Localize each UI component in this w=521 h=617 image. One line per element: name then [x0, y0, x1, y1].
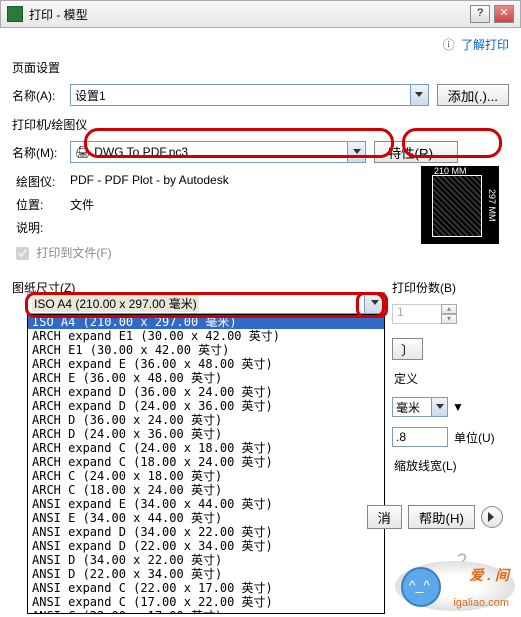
watermark: 爱 . 间 igaliao.com	[395, 561, 515, 611]
preview-page	[432, 175, 482, 237]
copies-spinner[interactable]: 1 ▴ ▾	[392, 304, 457, 324]
list-item[interactable]: ANSI expand D (34.00 x 22.00 英寸)	[28, 525, 384, 539]
page-setup-combo[interactable]: 设置1	[70, 84, 429, 106]
paper-size-list[interactable]: ISO A4 (210.00 x 297.00 毫米)ARCH expand E…	[27, 314, 385, 614]
list-item[interactable]: ARCH expand D (24.00 x 36.00 英寸)	[28, 399, 384, 413]
window-title: 打印 - 模型	[29, 6, 466, 23]
watermark-brand: 爱 . 间	[469, 565, 509, 585]
spinner-down-icon[interactable]: ▾	[441, 314, 457, 324]
chevron-down-icon[interactable]	[410, 85, 428, 105]
unit-label: 单位(U)	[454, 429, 495, 446]
mascot-icon	[401, 567, 441, 607]
paper-preview: 210 MM 297 MM	[421, 166, 499, 244]
apply-button[interactable]: 〕	[392, 338, 423, 360]
help-button[interactable]: ?	[470, 5, 490, 23]
list-item[interactable]: ARCH expand E1 (30.00 x 42.00 英寸)	[28, 329, 384, 343]
list-item[interactable]: ANSI expand D (22.00 x 34.00 英寸)	[28, 539, 384, 553]
close-button[interactable]: ✕	[494, 5, 514, 23]
list-item[interactable]: ANSI D (22.00 x 34.00 英寸)	[28, 567, 384, 581]
info-icon: ⓘ	[443, 38, 455, 52]
print-to-file-checkbox[interactable]	[16, 247, 29, 260]
define-label: 定义	[394, 370, 418, 387]
print-to-file-row: 打印到文件(F)	[16, 244, 509, 261]
list-item[interactable]: ANSI D (34.00 x 22.00 英寸)	[28, 553, 384, 567]
desc-label: 说明:	[16, 219, 70, 236]
add-button[interactable]: 添加(.)...	[437, 84, 509, 106]
expand-button[interactable]	[481, 506, 503, 528]
list-item[interactable]: ARCH C (18.00 x 24.00 英寸)	[28, 483, 384, 497]
help-button[interactable]: 帮助(H)	[408, 505, 475, 529]
info-link-row: ⓘ 了解打印	[12, 36, 509, 53]
location-label: 位置:	[16, 196, 70, 213]
unit-combo[interactable]: 毫米	[392, 397, 448, 417]
page-setup-value: 设置1	[75, 87, 106, 104]
printer-combo[interactable]: 🖨 DWG To PDF.pc3	[70, 141, 366, 163]
list-item[interactable]: ISO A4 (210.00 x 297.00 毫米)	[28, 315, 384, 329]
spinner-up-icon[interactable]: ▴	[441, 304, 457, 314]
chevron-down-icon[interactable]	[347, 142, 365, 162]
plotter-value: PDF - PDF Plot - by Autodesk	[70, 173, 229, 190]
list-item[interactable]: ARCH expand D (36.00 x 24.00 英寸)	[28, 385, 384, 399]
list-item[interactable]: ANSI expand C (22.00 x 17.00 英寸)	[28, 581, 384, 595]
chevron-down-icon[interactable]	[364, 293, 384, 313]
title-bar: 打印 - 模型 ? ✕	[0, 0, 521, 28]
list-item[interactable]: ANSI C (22.00 x 17.00 英寸)	[28, 609, 384, 614]
plotter-label: 绘图仪:	[16, 173, 70, 190]
ratio-value: .8	[396, 430, 406, 444]
location-value: 文件	[70, 196, 94, 213]
printer-name-label: 名称(M):	[12, 144, 70, 161]
list-item[interactable]: ARCH C (24.00 x 18.00 英寸)	[28, 469, 384, 483]
copies-heading: 打印份数(B)	[392, 279, 502, 296]
list-item[interactable]: ARCH D (24.00 x 36.00 英寸)	[28, 427, 384, 441]
preview-height-label: 297 MM	[487, 189, 497, 222]
ratio-input[interactable]: .8	[392, 427, 448, 447]
equals-label: ▼	[452, 400, 464, 414]
paper-size-selected[interactable]: ISO A4 (210.00 x 297.00 毫米)	[27, 292, 385, 314]
print-to-file-label: 打印到文件(F)	[36, 246, 111, 260]
name-label: 名称(A):	[12, 87, 70, 104]
paper-size-value: ISO A4 (210.00 x 297.00 毫米)	[32, 295, 199, 312]
list-item[interactable]: ARCH expand C (24.00 x 18.00 英寸)	[28, 441, 384, 455]
learn-print-link[interactable]: 了解打印	[461, 38, 509, 52]
app-icon	[7, 6, 23, 22]
list-item[interactable]: ANSI expand C (17.00 x 22.00 英寸)	[28, 595, 384, 609]
printer-icon: 🖨	[75, 145, 90, 159]
paper-size-dropdown[interactable]: ISO A4 (210.00 x 297.00 毫米) ISO A4 (210.…	[27, 292, 385, 614]
list-item[interactable]: ARCH expand C (18.00 x 24.00 英寸)	[28, 455, 384, 469]
properties-button[interactable]: 特性(R)...	[374, 141, 458, 163]
lineweight-label: 缩放线宽(L)	[394, 457, 457, 474]
printer-heading: 打印机/绘图仪	[12, 116, 509, 133]
unit-value: 毫米	[396, 399, 420, 416]
watermark-url: igaliao.com	[453, 597, 509, 609]
chevron-down-icon[interactable]	[431, 398, 447, 416]
list-item[interactable]: ANSI expand E (34.00 x 44.00 英寸)	[28, 497, 384, 511]
printer-value: DWG To PDF.pc3	[94, 145, 188, 159]
list-item[interactable]: ANSI E (34.00 x 44.00 英寸)	[28, 511, 384, 525]
list-item[interactable]: ARCH expand E (36.00 x 48.00 英寸)	[28, 357, 384, 371]
list-item[interactable]: ARCH D (36.00 x 24.00 英寸)	[28, 413, 384, 427]
cancel-button[interactable]: 消	[367, 505, 402, 529]
list-item[interactable]: ARCH E (36.00 x 48.00 英寸)	[28, 371, 384, 385]
copies-value[interactable]: 1	[392, 304, 442, 324]
list-item[interactable]: ARCH E1 (30.00 x 42.00 英寸)	[28, 343, 384, 357]
page-setup-heading: 页面设置	[12, 59, 509, 76]
